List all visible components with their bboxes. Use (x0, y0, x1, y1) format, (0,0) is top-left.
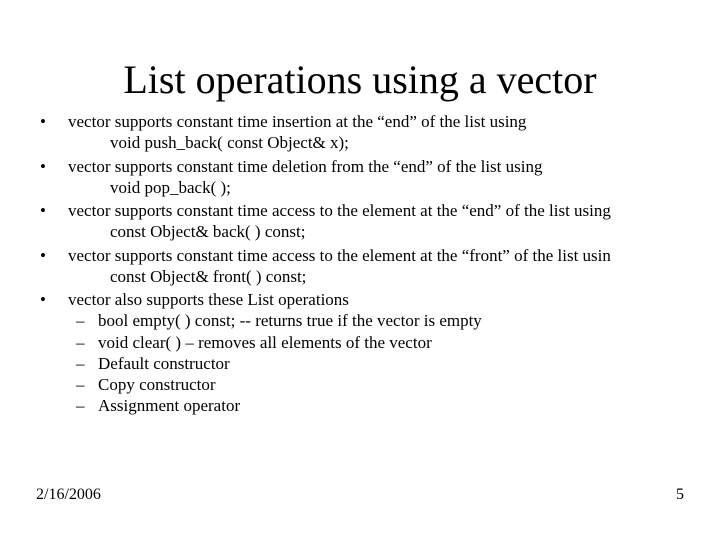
slide: List operations using a vector vector su… (0, 0, 720, 540)
bullet-item: vector also supports these List operatio… (34, 289, 686, 417)
bullet-text: vector supports constant time access to … (68, 201, 611, 220)
sub-item: Default constructor (68, 353, 686, 374)
bullet-text: vector supports constant time insertion … (68, 112, 526, 131)
bullet-item: vector supports constant time deletion f… (34, 156, 686, 199)
slide-content: vector supports constant time insertion … (0, 111, 720, 417)
bullet-text: vector supports constant time access to … (68, 246, 611, 265)
footer-date: 2/16/2006 (36, 486, 101, 504)
bullet-indent: void push_back( const Object& x); (68, 132, 686, 153)
bullet-list: vector supports constant time insertion … (34, 111, 686, 417)
bullet-item: vector supports constant time insertion … (34, 111, 686, 154)
bullet-text: vector also supports these List operatio… (68, 290, 349, 309)
bullet-indent: void pop_back( ); (68, 177, 686, 198)
sub-item: Assignment operator (68, 395, 686, 416)
bullet-indent: const Object& front( ) const; (68, 266, 686, 287)
slide-title: List operations using a vector (0, 0, 720, 111)
bullet-item: vector supports constant time access to … (34, 200, 686, 243)
footer-page-number: 5 (676, 486, 684, 504)
bullet-indent: const Object& back( ) const; (68, 221, 686, 242)
sub-list: bool empty( ) const; -- returns true if … (68, 310, 686, 416)
bullet-text: vector supports constant time deletion f… (68, 157, 542, 176)
bullet-item: vector supports constant time access to … (34, 245, 686, 288)
sub-item: Copy constructor (68, 374, 686, 395)
sub-item: bool empty( ) const; -- returns true if … (68, 310, 686, 331)
sub-item: void clear( ) – removes all elements of … (68, 332, 686, 353)
footer: 2/16/2006 5 (36, 486, 684, 504)
